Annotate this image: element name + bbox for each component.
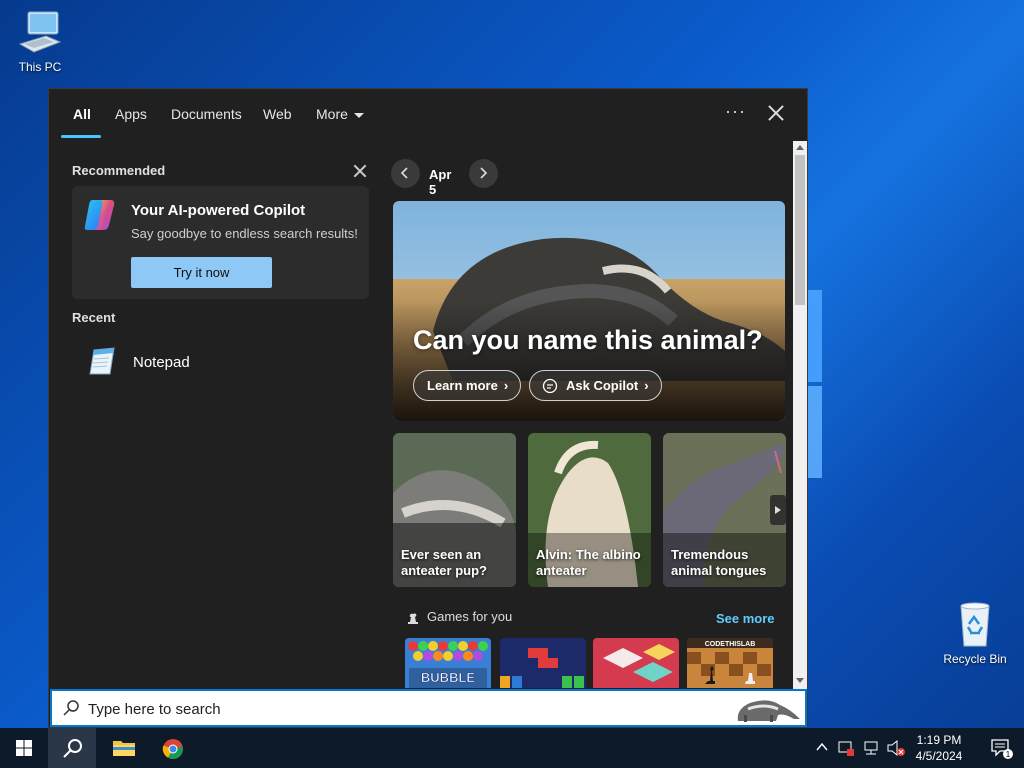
anteater-search-highlight-icon [737, 700, 800, 722]
recycle-bin-desktop-icon[interactable]: Recycle Bin [937, 600, 1013, 666]
chevron-right-icon: › [503, 378, 509, 393]
scroll-down-icon[interactable] [796, 678, 804, 683]
try-it-now-button[interactable]: Try it now [131, 257, 272, 288]
scrollbar-thumb[interactable] [795, 155, 805, 305]
dismiss-recommended-icon[interactable] [352, 163, 368, 179]
tab-web[interactable]: Web [263, 106, 292, 122]
bubble-shooter-thumbnail: BUBBLE [405, 638, 491, 688]
start-button[interactable] [0, 728, 48, 768]
chevron-right-icon [775, 506, 781, 514]
recent-title: Recent [72, 310, 116, 325]
search-tabs: All Apps Documents Web More ··· [49, 89, 809, 141]
tab-more[interactable]: More [316, 106, 364, 122]
recent-item-label: Notepad [133, 354, 190, 371]
taskbar-clock[interactable]: 1:19 PM 4/5/2024 [905, 732, 973, 764]
clock-time: 1:19 PM [916, 733, 962, 747]
games-title: Games for you [427, 609, 513, 624]
game-block-puzzle[interactable] [500, 638, 586, 688]
search-panel: All Apps Documents Web More ··· Recommen… [48, 88, 808, 728]
taskbar: 1:19 PM 4/5/2024 1 [0, 728, 1024, 768]
more-options-button[interactable]: ··· [725, 101, 746, 122]
chess-icon [408, 613, 418, 624]
security-icon[interactable] [837, 739, 855, 757]
windows-start-icon [16, 740, 32, 756]
chrome-icon [162, 739, 183, 759]
learn-more-button[interactable]: Learn more › [413, 370, 521, 401]
hero-card[interactable]: Can you name this animal? Learn more › As… [393, 201, 785, 421]
recommended-title: Recommended [72, 163, 166, 178]
ask-copilot-button[interactable]: Ask Copilot › [529, 370, 662, 401]
chevron-right-icon [480, 167, 488, 179]
recent-item-notepad[interactable]: Notepad [72, 342, 369, 382]
search-input[interactable] [88, 698, 688, 720]
story-tile-animal-tongues[interactable]: Tremendous animal tongues [663, 433, 786, 587]
copilot-card: Your AI-powered Copilot Say goodbye to e… [72, 186, 369, 299]
tab-documents[interactable]: Documents [171, 106, 242, 122]
notification-count: 1 [1006, 750, 1011, 759]
block-puzzle-thumbnail [500, 638, 586, 688]
chevron-down-icon [353, 112, 364, 118]
next-stories-button[interactable] [770, 495, 786, 525]
search-taskbar-button[interactable] [48, 728, 96, 768]
file-explorer-button[interactable] [98, 728, 146, 768]
volume-muted-icon[interactable] [886, 739, 906, 757]
tab-all[interactable]: All [73, 106, 91, 122]
ask-copilot-label: Ask Copilot [566, 378, 639, 393]
game-color-cubes[interactable] [593, 638, 679, 688]
svg-text:CODETHISLAB: CODETHISLAB [705, 641, 756, 648]
windows-logo-wallpaper [808, 290, 822, 480]
next-day-button[interactable] [469, 159, 498, 188]
taskbar-search-box[interactable] [50, 689, 807, 727]
search-icon [63, 700, 79, 716]
story-tiles: Ever seen an anteater pup? Alvin: The al… [393, 433, 786, 587]
tab-apps[interactable]: Apps [115, 106, 147, 122]
chevron-left-icon [400, 167, 408, 179]
see-more-link[interactable]: See more [716, 611, 775, 626]
previous-day-button[interactable] [391, 159, 420, 188]
folder-icon [113, 741, 135, 756]
game-chess[interactable]: CODETHISLAB [687, 638, 773, 688]
story-tile-label: Ever seen an anteater pup? [401, 547, 487, 578]
scroll-up-icon[interactable] [796, 145, 804, 150]
this-pc-label: This PC [18, 60, 62, 74]
results-scrollbar[interactable] [793, 141, 807, 689]
this-pc-desktop-icon[interactable]: This PC [2, 8, 78, 74]
tab-more-label: More [316, 106, 348, 122]
chat-bubble-icon [542, 378, 558, 394]
chess-game-thumbnail: CODETHISLAB [687, 638, 773, 688]
color-cubes-thumbnail [593, 638, 679, 688]
hero-title: Can you name this animal? [413, 325, 763, 355]
active-tab-indicator [61, 135, 101, 138]
notification-icon: 1 [991, 739, 1013, 759]
svg-text:BUBBLE: BUBBLE [421, 670, 475, 685]
search-icon [63, 739, 82, 758]
story-tile-label: Alvin: The albino anteater [536, 547, 641, 578]
game-bubble-shooter[interactable]: BUBBLE [405, 638, 491, 688]
network-icon[interactable] [862, 739, 880, 757]
copilot-logo-icon [84, 198, 120, 232]
chrome-button[interactable] [148, 728, 196, 768]
copilot-title: Your AI-powered Copilot [131, 202, 306, 219]
show-hidden-icons-chevron-icon[interactable] [816, 742, 828, 752]
computer-icon [16, 8, 64, 56]
clock-date: 4/5/2024 [915, 749, 963, 763]
chevron-right-icon: › [644, 378, 649, 393]
story-tile-label: Tremendous animal tongues [671, 547, 767, 578]
learn-more-label: Learn more [427, 378, 498, 393]
recycle-bin-label: Recycle Bin [943, 652, 1007, 666]
story-tile-anteater-pup[interactable]: Ever seen an anteater pup? [393, 433, 516, 587]
copilot-subtitle: Say goodbye to endless search results! [131, 226, 358, 241]
action-center-button[interactable]: 1 [976, 728, 1024, 768]
recycle-bin-icon [951, 600, 999, 648]
date-label: Apr 5 [429, 167, 452, 197]
close-icon[interactable] [765, 103, 787, 125]
games-heading: Games for you [405, 609, 512, 626]
story-tile-albino-anteater[interactable]: Alvin: The albino anteater [528, 433, 651, 587]
notepad-icon [88, 346, 118, 376]
